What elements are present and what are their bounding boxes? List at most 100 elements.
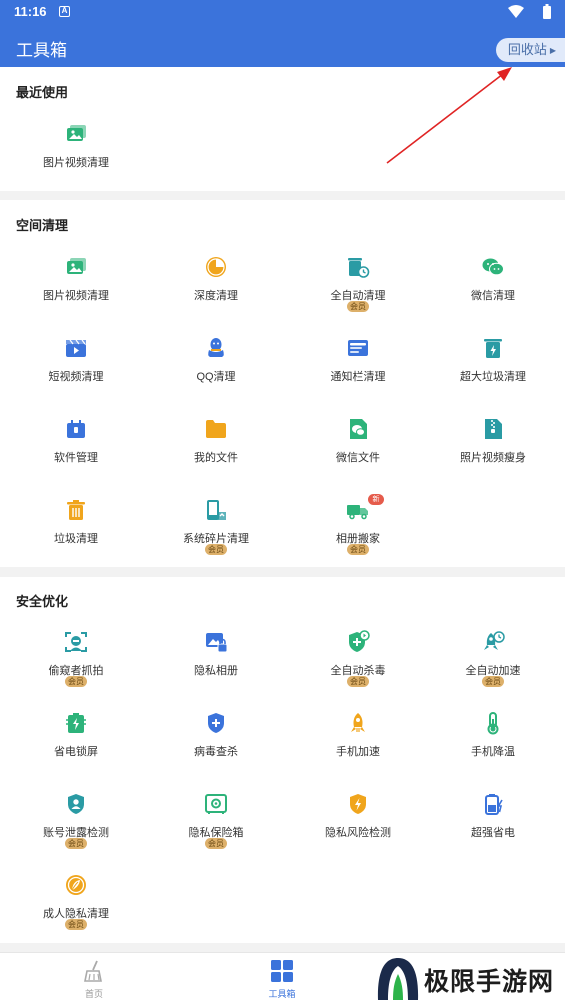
tool-moving-truck[interactable]: 相册搬家 会员新: [288, 494, 428, 578]
tool-locked-photo[interactable]: 隐私相册: [146, 630, 286, 710]
vip-badge: 会员: [205, 544, 227, 555]
vip-badge: 会员: [65, 676, 87, 687]
tool-label: 垃圾清理: [54, 533, 98, 545]
nav-label-home: 首页: [84, 989, 103, 999]
recycle-bin-button[interactable]: 回收站 ▶: [495, 38, 565, 62]
tool-label: 病毒查杀: [194, 746, 238, 758]
recycle-bin-label: 回收站: [507, 42, 547, 57]
tool-notification[interactable]: 通知栏清理: [288, 336, 428, 416]
tool-label: 我的文件: [194, 452, 238, 464]
moving-truck-icon: [346, 498, 370, 522]
tool-label: 隐私相册: [194, 665, 238, 677]
tool-label: 微信清理: [471, 290, 515, 302]
watermark-logo: [377, 958, 419, 1000]
site-watermark: 极限手游网: [372, 954, 565, 1004]
user-shield-icon: [64, 792, 88, 816]
tool-label: 软件管理: [54, 452, 98, 464]
new-badge: 新: [368, 494, 384, 505]
safe-icon: [204, 792, 228, 816]
tool-label: 隐私风险检测: [325, 827, 391, 839]
clapperboard-icon: [64, 336, 88, 360]
rocket-icon: [346, 711, 370, 735]
nav-item-toolbox[interactable]: 工具箱: [222, 953, 342, 1004]
tool-phone-fragment[interactable]: 系统碎片清理 会员: [146, 498, 286, 578]
tool-lightning-shield[interactable]: 隐私风险检测: [288, 792, 428, 872]
tool-wechat[interactable]: 微信清理: [423, 255, 563, 335]
photo-video-icon: [64, 122, 88, 146]
phone-fragment-icon: [204, 498, 228, 522]
vip-badge: 会员: [347, 301, 369, 312]
section-title-security: 安全优化: [16, 594, 69, 609]
tool-label: 通知栏清理: [330, 371, 386, 383]
tool-battery-lock[interactable]: 省电锁屏: [6, 711, 146, 791]
grid-icon: [271, 960, 293, 982]
shield-plus-icon: [346, 630, 370, 654]
tool-label: 深度清理: [194, 290, 238, 302]
app-bar: 工具箱 回收站 ▶: [0, 24, 565, 67]
vip-badge: 会员: [65, 838, 87, 849]
recent-section: 最近使用 图片视频清理: [0, 67, 565, 191]
broom-icon: [84, 960, 102, 982]
pie-chart-icon: [204, 255, 228, 279]
trash-clock-icon: [346, 255, 370, 279]
tool-rocket-clock[interactable]: 全自动加速 会员: [423, 630, 563, 710]
zip-file-icon: [481, 417, 505, 441]
tool-leaf-circle[interactable]: 成人隐私清理 会员: [6, 873, 146, 953]
tool-pie-chart[interactable]: 深度清理: [146, 255, 286, 335]
tool-app-package[interactable]: 软件管理: [6, 417, 146, 497]
vip-badge: 会员: [65, 919, 87, 930]
tool-large-trash[interactable]: 超大垃圾清理: [423, 336, 563, 416]
tool-battery-bolt[interactable]: 超强省电: [423, 792, 563, 872]
section-title-space-clean: 空间清理: [16, 218, 69, 233]
tool-user-shield[interactable]: 账号泄露检测 会员: [6, 792, 146, 872]
app-package-icon: [64, 417, 88, 441]
tool-safe[interactable]: 隐私保险箱 会员: [146, 792, 286, 872]
tool-folder[interactable]: 我的文件: [146, 417, 286, 497]
notification-icon: A: [59, 6, 70, 17]
leaf-circle-icon: [64, 873, 88, 897]
tool-label: 照片视频瘦身: [460, 452, 526, 464]
chevron-right-icon: ▶: [549, 46, 556, 55]
tool-shield-plus[interactable]: 全自动杀毒 会员: [288, 630, 428, 710]
section-title-recent: 最近使用: [16, 85, 69, 100]
tool-label: 微信文件: [336, 452, 380, 464]
lightning-shield-icon: [346, 792, 370, 816]
qq-penguin-icon: [204, 336, 228, 360]
nav-item-home[interactable]: 首页: [34, 953, 154, 1004]
tool-face-scan[interactable]: 偷窥者抓拍 会员: [6, 630, 146, 710]
status-time: 11:16: [14, 4, 47, 19]
wifi-icon: [508, 5, 524, 18]
thermometer-icon: [481, 711, 505, 735]
vip-badge: 会员: [347, 676, 369, 687]
tool-photo-video[interactable]: 图片视频清理: [6, 255, 146, 335]
face-scan-icon: [64, 630, 88, 654]
tool-thermometer[interactable]: 手机降温: [423, 711, 563, 791]
vip-badge: 会员: [347, 544, 369, 555]
tool-clapperboard[interactable]: 短视频清理: [6, 336, 146, 416]
battery-lock-icon: [64, 711, 88, 735]
tool-photo-video[interactable]: 图片视频清理: [6, 122, 146, 202]
tool-label: 超大垃圾清理: [460, 371, 526, 383]
tool-trash-clock[interactable]: 全自动清理 会员: [288, 255, 428, 335]
nav-label-toolbox: 工具箱: [268, 989, 296, 999]
tool-zip-file[interactable]: 照片视频瘦身: [423, 417, 563, 497]
tool-label: 图片视频清理: [43, 157, 109, 169]
vip-badge: 会员: [205, 838, 227, 849]
tool-qq-penguin[interactable]: QQ清理: [146, 336, 286, 416]
tool-trash[interactable]: 垃圾清理: [6, 498, 146, 578]
tool-shield[interactable]: 病毒查杀: [146, 711, 286, 791]
trash-icon: [64, 498, 88, 522]
tool-label: QQ清理: [196, 371, 236, 383]
tool-label: 图片视频清理: [43, 290, 109, 302]
battery-bolt-icon: [481, 792, 505, 816]
tool-label: 超强省电: [471, 827, 515, 839]
tool-label: 省电锁屏: [54, 746, 98, 758]
tool-label: 手机加速: [336, 746, 380, 758]
shield-icon: [204, 711, 228, 735]
tool-rocket[interactable]: 手机加速: [288, 711, 428, 791]
tool-wechat-file[interactable]: 微信文件: [288, 417, 428, 497]
rocket-clock-icon: [481, 630, 505, 654]
wechat-file-icon: [346, 417, 370, 441]
status-bar: 11:16 A: [0, 0, 565, 24]
locked-photo-icon: [204, 630, 228, 654]
